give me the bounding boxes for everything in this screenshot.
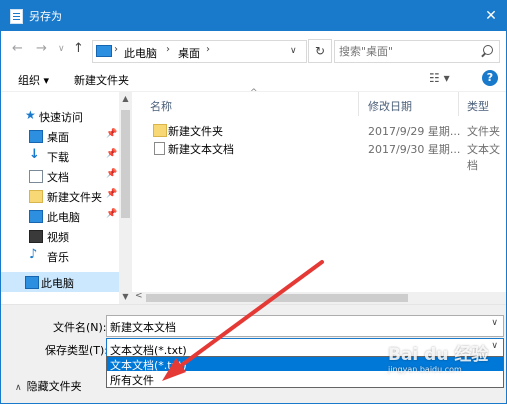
up-arrow-icon[interactable]: ↑ xyxy=(73,41,84,56)
option-label: 所有文件 xyxy=(110,374,154,387)
document-icon xyxy=(29,170,43,183)
search-box[interactable] xyxy=(334,40,500,63)
sidebar-item-label: 新建文件夹 xyxy=(47,191,102,204)
horizontal-scrollbar[interactable]: < xyxy=(132,291,506,304)
scrollbar-thumb[interactable] xyxy=(121,110,130,218)
column-divider[interactable] xyxy=(358,92,359,116)
sidebar-item-label: 音乐 xyxy=(47,251,69,264)
recent-locations-chevron-icon[interactable]: ∨ xyxy=(58,44,65,54)
navigation-pane: ★ 快速访问 桌面 📌 ↓ 下载 📌 文档 📌 新建文件夹 📌 此电脑 📌 视频… xyxy=(1,92,119,304)
sidebar-item-this-pc[interactable]: 此电脑 📌 xyxy=(1,206,119,226)
new-folder-button[interactable]: 新建文件夹 xyxy=(74,72,129,88)
sidebar-item-desktop[interactable]: 桌面 📌 xyxy=(1,126,119,146)
notepad-icon xyxy=(10,9,23,24)
file-name: 新建文本文档 xyxy=(168,143,234,156)
file-date: 2017/9/30 星期... xyxy=(368,143,461,156)
column-header-date-modified[interactable]: 修改日期 xyxy=(368,98,412,114)
sidebar-item-label: 此电脑 xyxy=(41,277,74,290)
filename-label: 文件名(N): xyxy=(53,321,107,334)
close-button[interactable]: ✕ xyxy=(476,1,506,31)
filename-value: 新建文本文档 xyxy=(110,321,176,334)
file-type: 文本文档 xyxy=(467,143,500,172)
folder-icon xyxy=(29,190,43,203)
sidebar-item-label: 快速访问 xyxy=(39,111,83,124)
help-icon[interactable]: ? xyxy=(482,70,498,86)
address-row: ← → ∨ ↑ › 此电脑 › 桌面 › ∨ ↻ xyxy=(1,31,506,67)
column-header-type[interactable]: 类型 xyxy=(467,98,489,114)
pin-icon[interactable]: 📌 xyxy=(106,149,117,159)
window-title: 另存为 xyxy=(29,10,62,23)
sidebar-item-documents[interactable]: 文档 📌 xyxy=(1,166,119,186)
chevron-down-icon[interactable]: ∨ xyxy=(491,341,498,351)
search-icon xyxy=(483,45,493,55)
file-row[interactable]: 新建文本文档 2017/9/30 星期... 文本文档 xyxy=(132,139,506,172)
music-icon: ♪ xyxy=(29,247,38,262)
scrollbar-thumb[interactable] xyxy=(146,294,408,302)
pin-icon[interactable]: 📌 xyxy=(106,129,117,139)
hide-folders-label: 隐藏文件夹 xyxy=(26,380,82,393)
file-row[interactable]: 新建文件夹 2017/9/29 星期... 文件夹 xyxy=(132,121,506,140)
sidebar-item-label: 视频 xyxy=(47,231,69,244)
sidebar-item-new-folder[interactable]: 新建文件夹 📌 xyxy=(1,186,119,206)
scroll-down-icon[interactable]: ▼ xyxy=(119,292,132,301)
desktop-icon xyxy=(29,130,43,143)
video-icon xyxy=(29,230,43,243)
sidebar-item-label: 下载 xyxy=(47,151,69,164)
pin-icon[interactable]: 📌 xyxy=(106,189,117,199)
sidebar-item-downloads[interactable]: ↓ 下载 📌 xyxy=(1,146,119,166)
refresh-button[interactable]: ↻ xyxy=(308,39,332,63)
chevron-right-icon[interactable]: › xyxy=(114,44,118,55)
sort-ascending-icon: ^ xyxy=(250,88,258,98)
address-dropdown-icon[interactable]: ∨ xyxy=(290,46,297,56)
sidebar-item-label: 桌面 xyxy=(47,131,69,144)
watermark-url: jingyan.baidu.com xyxy=(388,365,462,374)
file-date: 2017/9/29 星期... xyxy=(368,125,461,138)
sidebar-item-label: 文档 xyxy=(47,171,69,184)
breadcrumb-this-pc[interactable]: 此电脑 xyxy=(124,45,157,61)
filename-field[interactable]: 新建文本文档 ∨ xyxy=(106,315,504,337)
computer-icon xyxy=(25,276,39,289)
search-input[interactable] xyxy=(339,43,469,59)
column-header-name[interactable]: 名称 xyxy=(150,98,172,114)
column-divider[interactable] xyxy=(458,92,459,116)
text-file-icon xyxy=(154,142,165,155)
chevron-down-icon[interactable]: ∨ xyxy=(491,318,498,328)
organize-menu-button[interactable]: 组织 ▾ xyxy=(18,72,49,88)
pin-icon[interactable]: 📌 xyxy=(106,209,117,219)
option-label: 文本文档(*.txt) xyxy=(110,359,187,372)
sidebar-item-this-pc-selected[interactable]: 此电脑 xyxy=(1,272,119,292)
chevron-up-icon: ∧ xyxy=(15,383,22,393)
star-icon: ★ xyxy=(25,108,36,122)
file-type: 文件夹 xyxy=(467,125,500,138)
sidebar-item-quick-access[interactable]: ★ 快速访问 xyxy=(1,106,119,126)
sidebar-item-music[interactable]: ♪ 音乐 xyxy=(1,246,119,266)
back-arrow-icon[interactable]: ← xyxy=(12,41,23,56)
file-list: ^ 名称 修改日期 类型 新建文件夹 2017/9/29 星期... 文件夹 新… xyxy=(132,88,506,292)
view-options-icon[interactable]: ☷ ▾ xyxy=(429,71,450,85)
sidebar-item-videos[interactable]: 视频 xyxy=(1,226,119,246)
pin-icon[interactable]: 📌 xyxy=(106,169,117,179)
address-bar[interactable]: › 此电脑 › 桌面 › ∨ xyxy=(92,40,307,63)
dropdown-option-all-files[interactable]: 所有文件 xyxy=(107,372,503,387)
navigation-scrollbar[interactable]: ▲ ▼ xyxy=(119,92,132,304)
scroll-up-icon[interactable]: ▲ xyxy=(119,94,132,103)
download-icon: ↓ xyxy=(29,147,40,162)
hide-folders-toggle[interactable]: ∧ 隐藏文件夹 xyxy=(15,378,82,394)
title-bar: 另存为 ✕ xyxy=(1,1,506,31)
breadcrumb-desktop[interactable]: 桌面 xyxy=(178,45,200,61)
computer-icon xyxy=(96,45,112,57)
sidebar-item-label: 此电脑 xyxy=(47,211,80,224)
scroll-left-icon[interactable]: < xyxy=(135,291,143,301)
folder-icon xyxy=(153,124,167,137)
watermark-logo: Bai du 经验 xyxy=(388,345,489,365)
filetype-label: 保存类型(T): xyxy=(45,344,109,357)
computer-icon xyxy=(29,210,43,223)
forward-arrow-icon[interactable]: → xyxy=(36,41,47,56)
file-name: 新建文件夹 xyxy=(168,125,223,138)
chevron-right-icon[interactable]: › xyxy=(206,44,210,55)
chevron-right-icon[interactable]: › xyxy=(166,44,170,55)
